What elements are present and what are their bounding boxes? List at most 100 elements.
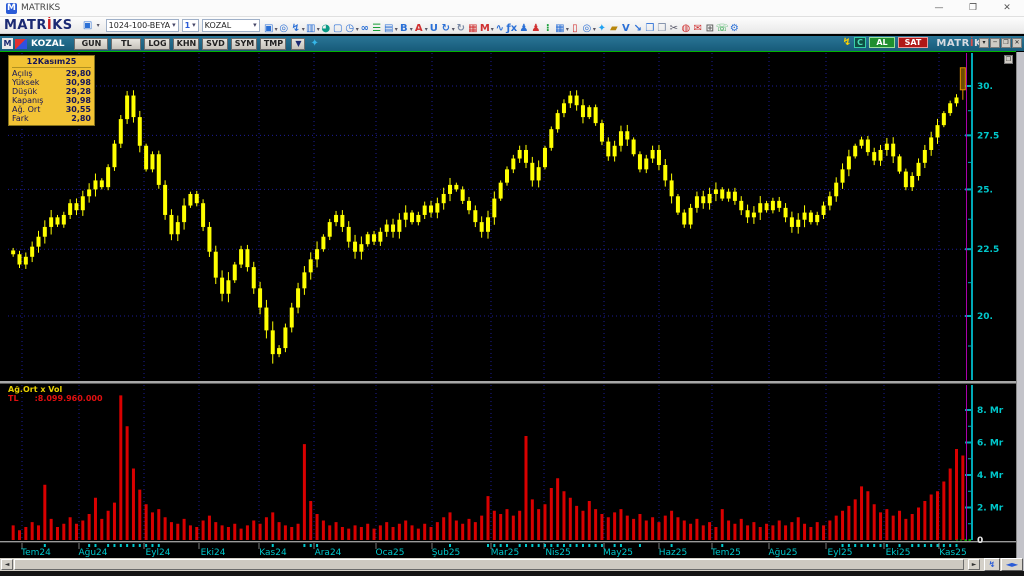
volume-bar: [131, 468, 135, 540]
month-label: Oca25: [376, 548, 405, 558]
candle: [625, 131, 630, 140]
candle: [80, 196, 85, 211]
candle: [125, 95, 130, 120]
info-row-value: 30,98: [65, 96, 91, 105]
month-label: Eyl25: [828, 548, 853, 558]
candle: [929, 137, 934, 150]
volume-bar: [530, 499, 534, 540]
volume-bar: [264, 517, 268, 540]
volume-bar: [663, 515, 667, 540]
volume-bar: [169, 522, 173, 540]
volume-bar: [435, 522, 439, 540]
candle: [872, 152, 877, 161]
candle: [315, 249, 320, 260]
volume-bar: [315, 514, 319, 540]
candle: [353, 241, 358, 252]
candle: [631, 139, 636, 155]
month-label: Eki24: [201, 548, 226, 558]
candle: [416, 214, 421, 223]
date-tick: [847, 544, 850, 547]
date-tick: [917, 544, 920, 547]
scroll-right-button[interactable]: ►: [968, 559, 980, 570]
volume-bar: [803, 523, 807, 540]
date-tick: [499, 544, 502, 547]
date-tick: [955, 544, 958, 547]
volume-bar: [511, 515, 515, 540]
volume-bar: [695, 518, 699, 540]
candle: [220, 277, 225, 294]
candle: [36, 236, 41, 247]
volume-bar: [625, 515, 629, 540]
volume-bar: [188, 525, 192, 540]
info-row-value: 30,98: [65, 78, 91, 87]
candle: [175, 222, 180, 235]
date-tick: [638, 544, 641, 547]
candle: [188, 193, 193, 206]
info-date: 12Kasım25: [12, 57, 91, 68]
pane-maximize-button[interactable]: ❐: [1004, 55, 1013, 64]
candle: [644, 158, 649, 170]
info-row-value: 29,28: [65, 87, 91, 96]
chart-canvas[interactable]: Tem24 Ağu24 Eyl24 Eki24 Kas24 Ara24 Oca25 Şub25…: [0, 0, 1024, 576]
date-tick: [721, 544, 724, 547]
volume-bar: [480, 515, 484, 540]
candle: [182, 205, 187, 223]
info-row-label: Fark: [12, 114, 29, 123]
volume-bar: [771, 525, 775, 540]
candle: [163, 184, 168, 215]
date-tick: [898, 544, 901, 547]
volume-bar: [87, 514, 91, 540]
candle: [194, 193, 199, 204]
candle: [663, 164, 668, 181]
info-row-value: 2,80: [71, 114, 91, 123]
volume-bar: [936, 491, 940, 540]
candle: [384, 224, 389, 232]
candle: [169, 214, 174, 235]
candle: [11, 250, 16, 255]
volume-bar: [872, 504, 876, 540]
candle: [429, 205, 434, 213]
price-tick-label: 20.: [977, 312, 993, 322]
candle: [87, 189, 92, 197]
candle: [441, 193, 446, 204]
indicator-name: Ağ.Ort x Vol: [8, 385, 63, 394]
refresh-data-button[interactable]: ↯: [984, 558, 1000, 571]
volume-bar: [879, 512, 883, 540]
candle: [536, 167, 541, 181]
month-label: Kas24: [259, 548, 287, 558]
volume-bar: [860, 486, 864, 540]
page-navigation-button[interactable]: ◄►: [1001, 558, 1023, 571]
volume-bar: [93, 497, 97, 540]
candle: [574, 95, 579, 106]
candle: [802, 212, 807, 220]
volume-bar: [328, 525, 332, 540]
volume-bar: [556, 478, 560, 540]
candle: [30, 246, 35, 257]
volume-bar: [549, 488, 553, 540]
date-tick: [531, 544, 534, 547]
scroll-left-button[interactable]: ◄: [1, 559, 13, 570]
volume-bar: [689, 523, 693, 540]
candle: [865, 139, 870, 153]
volume-bar: [176, 523, 180, 540]
date-tick: [94, 544, 97, 547]
volume-bar: [765, 523, 769, 540]
candle: [796, 219, 801, 227]
volume-bar: [410, 525, 414, 540]
date-tick: [309, 544, 312, 547]
scrollbar-thumb[interactable]: [14, 559, 964, 570]
volume-bar: [657, 522, 661, 540]
candle: [789, 217, 794, 227]
volume-value: :8.099.960.000: [34, 394, 103, 403]
volume-bar: [233, 523, 237, 540]
date-tick: [854, 544, 857, 547]
volume-bar: [613, 512, 617, 540]
date-tick: [271, 544, 274, 547]
date-tick: [619, 544, 622, 547]
candle: [403, 212, 408, 220]
candle: [884, 143, 889, 150]
candle: [745, 210, 750, 218]
volume-bar: [942, 481, 946, 540]
volume-bar: [163, 517, 167, 540]
candle: [245, 249, 250, 268]
